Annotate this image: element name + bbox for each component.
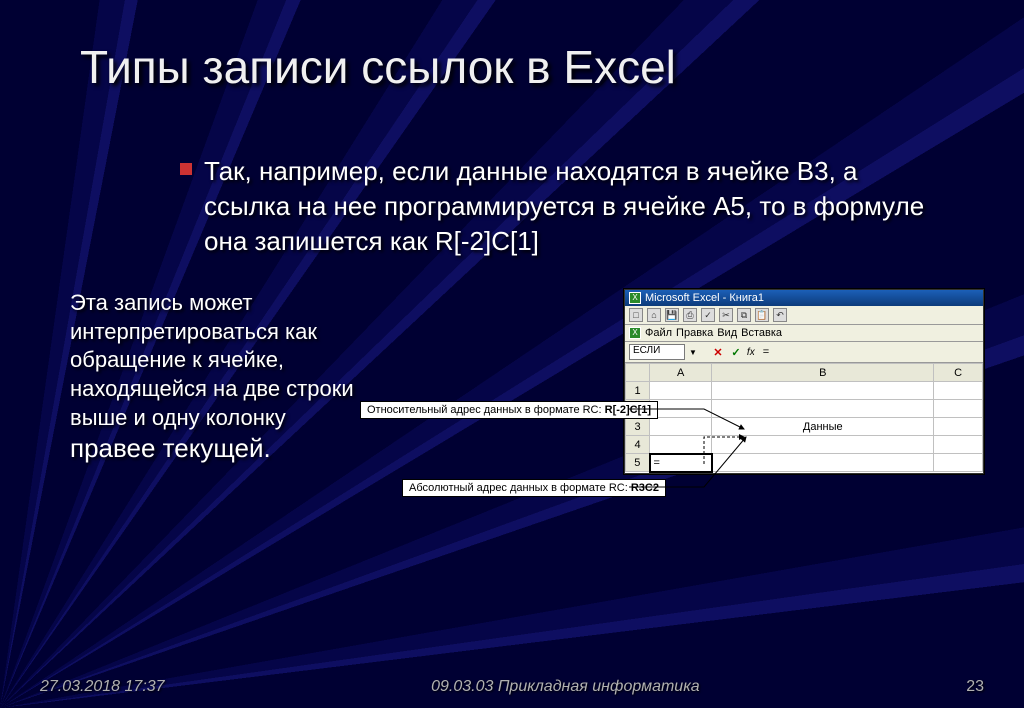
fx-label[interactable]: fx <box>747 347 755 358</box>
row-header[interactable]: 4 <box>626 436 650 454</box>
cell[interactable] <box>712 382 934 400</box>
callout-absolute-prefix: Абсолютный адрес данных в формате RC: <box>409 482 631 494</box>
menu-file[interactable]: Файл <box>645 327 672 339</box>
excel-formula-bar: ЕСЛИ ▼ ✕ ✓ fx = <box>625 342 983 363</box>
excel-title-text: Microsoft Excel - Книга1 <box>645 292 764 304</box>
bullet-icon <box>180 163 192 175</box>
excel-app-icon: X <box>629 292 641 304</box>
cell[interactable] <box>712 400 934 418</box>
lower-row: Эта запись может интерпретироваться как … <box>60 289 964 474</box>
toolbar-open-icon[interactable]: ⌂ <box>647 308 661 322</box>
grid-table: A B C 1 2 3 Данные 4 5= <box>625 363 983 473</box>
excel-window: X Microsoft Excel - Книга1 □ ⌂ 💾 ⎙ ✓ ✂ ⧉… <box>624 289 984 474</box>
slide-content: Типы записи ссылок в Excel Так, например… <box>0 0 1024 708</box>
cell[interactable] <box>712 454 934 472</box>
toolbar-print-icon[interactable]: ⎙ <box>683 308 697 322</box>
table-row: 1 <box>626 382 983 400</box>
slide-title: Типы записи ссылок в Excel <box>80 40 964 94</box>
toolbar-new-icon[interactable]: □ <box>629 308 643 322</box>
cell[interactable] <box>650 382 712 400</box>
excel-screenshot: X Microsoft Excel - Книга1 □ ⌂ 💾 ⎙ ✓ ✂ ⧉… <box>624 289 984 474</box>
table-row: 3 Данные <box>626 418 983 436</box>
col-header-a[interactable]: A <box>650 364 712 382</box>
slide: Типы записи ссылок в Excel Так, например… <box>0 0 1024 708</box>
cell[interactable] <box>934 400 983 418</box>
cell[interactable] <box>934 418 983 436</box>
excel-titlebar: X Microsoft Excel - Книга1 <box>625 290 983 306</box>
col-header-c[interactable]: C <box>934 364 983 382</box>
toolbar-save-icon[interactable]: 💾 <box>665 308 679 322</box>
menu-view[interactable]: Вид <box>717 327 737 339</box>
explanation-note: Эта запись может интерпретироваться как … <box>70 289 370 466</box>
toolbar-paste-icon[interactable]: 📋 <box>755 308 769 322</box>
cell[interactable] <box>934 382 983 400</box>
name-box[interactable]: ЕСЛИ <box>629 344 685 360</box>
row-header[interactable]: 3 <box>626 418 650 436</box>
callout-relative: Относительный адрес данных в формате RC:… <box>360 401 658 419</box>
note-text: Эта запись может интерпретироваться как … <box>70 290 354 429</box>
cell[interactable] <box>712 436 934 454</box>
excel-toolbar: □ ⌂ 💾 ⎙ ✓ ✂ ⧉ 📋 ↶ <box>625 306 983 325</box>
callout-relative-value: R[-2]C[1] <box>605 404 651 416</box>
callout-absolute: Абсолютный адрес данных в формате RC: R3… <box>402 479 666 497</box>
excel-grid: A B C 1 2 3 Данные 4 5= <box>625 363 983 473</box>
menu-insert[interactable]: Вставка <box>741 327 782 339</box>
cell[interactable] <box>650 436 712 454</box>
callout-absolute-value: R3C2 <box>631 482 659 494</box>
formula-content: = <box>763 346 769 358</box>
cell[interactable] <box>650 400 712 418</box>
toolbar-copy-icon[interactable]: ⧉ <box>737 308 751 322</box>
row-header[interactable]: 5 <box>626 454 650 472</box>
toolbar-cut-icon[interactable]: ✂ <box>719 308 733 322</box>
cell-a5[interactable]: = <box>650 454 712 472</box>
corner-cell[interactable] <box>626 364 650 382</box>
toolbar-spell-icon[interactable]: ✓ <box>701 308 715 322</box>
dropdown-icon[interactable]: ▼ <box>689 348 697 357</box>
body-text: Так, например, если данные находятся в я… <box>204 154 940 259</box>
bullet-item: Так, например, если данные находятся в я… <box>180 154 940 259</box>
excel-menubar: X Файл Правка Вид Вставка <box>625 325 983 342</box>
cell-b3[interactable]: Данные <box>712 418 934 436</box>
body-block: Так, например, если данные находятся в я… <box>180 154 940 259</box>
table-row: 2 <box>626 400 983 418</box>
formula-cancel-icon[interactable]: ✕ <box>711 346 725 359</box>
cell[interactable] <box>650 418 712 436</box>
header-row: A B C <box>626 364 983 382</box>
table-row: 5= <box>626 454 983 472</box>
formula-ok-icon[interactable]: ✓ <box>729 346 743 359</box>
excel-doc-icon: X <box>629 327 641 339</box>
table-row: 4 <box>626 436 983 454</box>
callout-relative-prefix: Относительный адрес данных в формате RC: <box>367 404 605 416</box>
menu-edit[interactable]: Правка <box>676 327 713 339</box>
row-header[interactable]: 1 <box>626 382 650 400</box>
toolbar-undo-icon[interactable]: ↶ <box>773 308 787 322</box>
cell[interactable] <box>934 436 983 454</box>
col-header-b[interactable]: B <box>712 364 934 382</box>
note-emphasis: правее текущей. <box>70 433 271 463</box>
cell[interactable] <box>934 454 983 472</box>
